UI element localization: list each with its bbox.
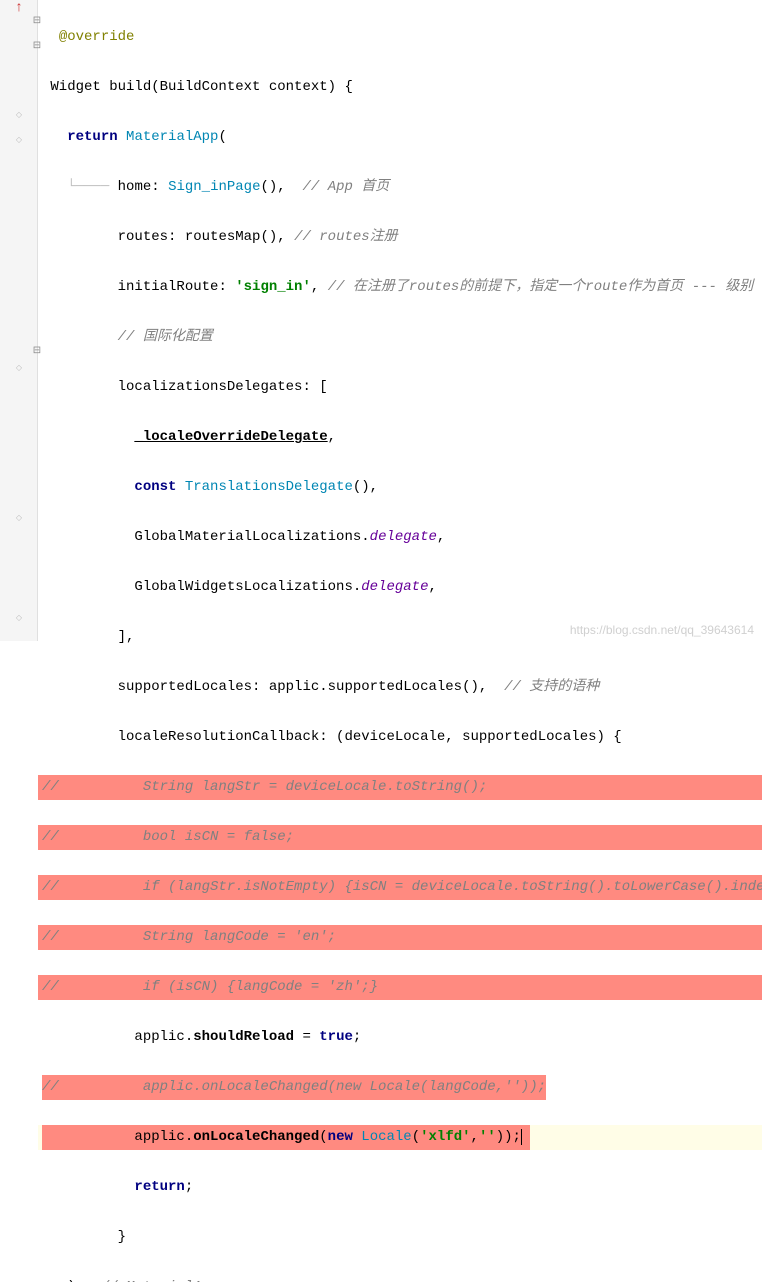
code-line[interactable]: } (38, 1225, 762, 1250)
code-line[interactable]: localizationsDelegates: [ (38, 375, 762, 400)
code-line[interactable]: localeResolutionCallback: (deviceLocale,… (38, 725, 762, 750)
code-line[interactable]: const TranslationsDelegate(), (38, 475, 762, 500)
code-line-commented[interactable]: // bool isCN = false; (38, 825, 762, 850)
bookmark-icon: ◇ (0, 110, 38, 120)
watermark: https://blog.csdn.net/qq_39643614 (570, 623, 754, 637)
code-line-commented[interactable]: // applic.onLocaleChanged(new Locale(lan… (38, 1075, 762, 1100)
code-line-commented[interactable]: // String langCode = 'en'; (38, 925, 762, 950)
code-line[interactable]: ); // MaterialApp (38, 1275, 762, 1282)
code-line[interactable]: initialRoute: 'sign_in', // 在注册了routes的前… (38, 275, 762, 300)
code-line[interactable]: └──── home: Sign_inPage(), // App 首页 (38, 175, 762, 200)
gutter: ↑ ⊟ ⊟ ◇ ◇ ⊟ ◇ ◇ ◇ (0, 0, 38, 641)
bookmark-icon: ◇ (0, 363, 38, 373)
annotation: @override (59, 29, 135, 45)
code-line[interactable]: supportedLocales: applic.supportedLocale… (38, 675, 762, 700)
code-line[interactable]: GlobalMaterialLocalizations.delegate, (38, 525, 762, 550)
code-editor[interactable]: @override Widget build(BuildContext cont… (38, 0, 762, 641)
modified-marker: ↑ (0, 0, 38, 16)
code-line[interactable]: _localeOverrideDelegate, (38, 425, 762, 450)
code-line-commented[interactable]: // if (langStr.isNotEmpty) {isCN = devic… (38, 875, 762, 900)
code-line[interactable]: return MaterialApp( (38, 125, 762, 150)
bookmark-icon: ◇ (0, 513, 38, 523)
bookmark-icon: ◇ (0, 135, 38, 145)
code-line[interactable]: return; (38, 1175, 762, 1200)
text-caret (521, 1129, 530, 1145)
code-line-commented[interactable]: // String langStr = deviceLocale.toStrin… (38, 775, 762, 800)
code-line[interactable]: applic.shouldReload = true; (38, 1025, 762, 1050)
code-line-commented[interactable]: // if (isCN) {langCode = 'zh';} (38, 975, 762, 1000)
code-line-current[interactable]: applic.onLocaleChanged(new Locale('xlfd'… (38, 1125, 762, 1150)
code-line[interactable]: Widget build(BuildContext context) { (38, 75, 762, 100)
code-line[interactable]: // 国际化配置 (38, 325, 762, 350)
code-line[interactable]: GlobalWidgetsLocalizations.delegate, (38, 575, 762, 600)
code-line[interactable]: routes: routesMap(), // routes注册 (38, 225, 762, 250)
bookmark-icon: ◇ (0, 613, 38, 623)
code-line[interactable]: @override (38, 25, 762, 50)
